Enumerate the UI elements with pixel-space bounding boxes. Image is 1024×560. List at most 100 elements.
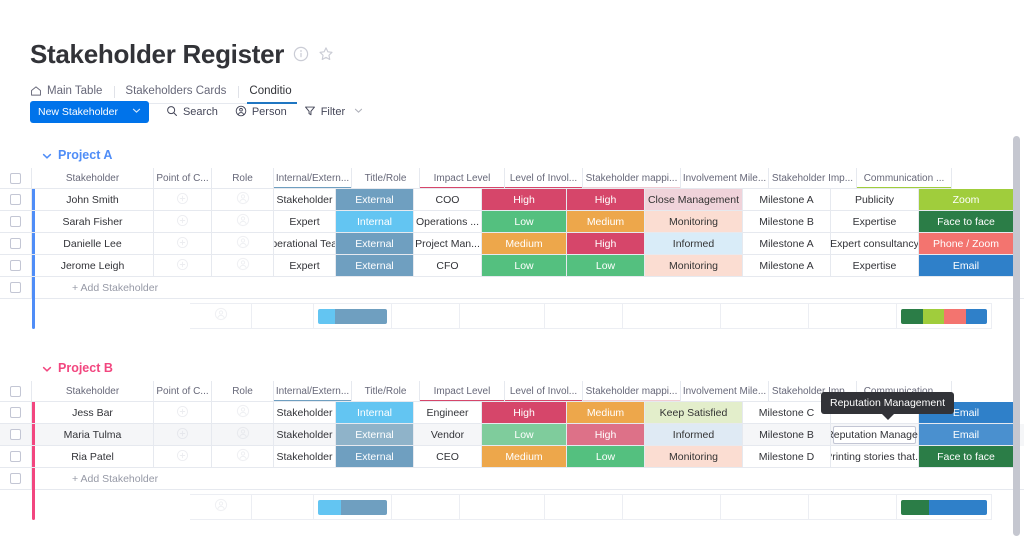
column-header-titlerole[interactable]: Title/Role xyxy=(352,381,420,402)
cell-stakeholder-importance[interactable]: Publicity xyxy=(831,189,919,211)
column-header-milestone[interactable]: Involvement Mile... xyxy=(681,168,769,189)
cell-role[interactable]: Stakeholder xyxy=(274,189,336,211)
add-circle-icon[interactable] xyxy=(176,236,189,252)
row-checkbox[interactable] xyxy=(0,189,32,211)
cell-impact-level[interactable]: Medium xyxy=(482,233,567,255)
add-stakeholder-row[interactable]: + Add Stakeholder xyxy=(0,277,1024,299)
row-checkbox[interactable] xyxy=(0,402,32,424)
cell-title-role[interactable]: CFO xyxy=(414,255,482,277)
cell-person-avatar[interactable] xyxy=(212,402,274,424)
add-circle-icon[interactable] xyxy=(176,258,189,274)
group-title[interactable]: Project B xyxy=(0,357,1024,379)
person-button[interactable]: Person xyxy=(235,105,287,120)
group-title[interactable]: Project A xyxy=(0,144,1024,166)
table-row[interactable]: Danielle Lee Operational Tea... External Pr… xyxy=(0,233,1024,255)
cell-internal-external[interactable]: External xyxy=(336,424,414,446)
add-stakeholder-label[interactable]: + Add Stakeholder xyxy=(32,277,1024,298)
row-checkbox[interactable] xyxy=(0,255,32,277)
cell-communication[interactable]: Face to face xyxy=(919,211,1014,233)
row-checkbox[interactable] xyxy=(0,446,32,468)
vertical-scrollbar[interactable] xyxy=(1013,136,1020,536)
cell-internal-external[interactable]: External xyxy=(336,189,414,211)
cell-point-of-contact[interactable] xyxy=(154,402,212,424)
add-circle-icon[interactable] xyxy=(176,427,189,443)
cell-impact-level[interactable]: Low xyxy=(482,424,567,446)
cell-stakeholder[interactable]: Danielle Lee xyxy=(32,233,154,255)
column-header-stakeholder[interactable]: Stakeholder xyxy=(32,381,154,402)
cell-involvement-milestone[interactable]: Milestone B xyxy=(743,211,831,233)
add-circle-icon[interactable] xyxy=(176,192,189,208)
cell-stakeholder-mapping[interactable]: Keep Satisfied xyxy=(645,402,743,424)
cell-stakeholder-mapping[interactable]: Informed xyxy=(645,233,743,255)
row-checkbox[interactable] xyxy=(0,468,32,489)
cell-level-of-involvement[interactable]: Medium xyxy=(567,211,645,233)
cell-title-role[interactable]: Operations ... xyxy=(414,211,482,233)
cell-internal-external[interactable]: External xyxy=(336,255,414,277)
cell-communication[interactable]: Zoom xyxy=(919,189,1014,211)
cell-involvement-milestone[interactable]: Milestone C xyxy=(743,402,831,424)
cell-level-of-involvement[interactable]: Low xyxy=(567,255,645,277)
add-circle-icon[interactable] xyxy=(176,449,189,465)
cell-involvement-milestone[interactable]: Milestone B xyxy=(743,424,831,446)
column-header-poc[interactable]: Point of C... xyxy=(154,168,212,189)
column-header-mapping[interactable]: Stakeholder mappi... xyxy=(583,381,681,402)
cell-level-of-involvement[interactable]: High xyxy=(567,189,645,211)
cell-stakeholder-mapping[interactable]: Monitoring xyxy=(645,446,743,468)
row-checkbox[interactable] xyxy=(0,424,32,446)
cell-involvement-milestone[interactable]: Milestone D xyxy=(743,446,831,468)
add-circle-icon[interactable] xyxy=(176,214,189,230)
editing-cell[interactable]: Reputation Manage xyxy=(831,425,918,444)
cell-point-of-contact[interactable] xyxy=(154,233,212,255)
cell-person-avatar[interactable] xyxy=(212,424,274,446)
filter-button[interactable]: Filter xyxy=(304,105,363,120)
cell-involvement-milestone[interactable]: Milestone A xyxy=(743,189,831,211)
cell-internal-external[interactable]: Internal xyxy=(336,211,414,233)
add-stakeholder-row[interactable]: + Add Stakeholder xyxy=(0,468,1024,490)
cell-title-role[interactable]: COO xyxy=(414,189,482,211)
cell-stakeholder-importance[interactable]: Expertise xyxy=(831,211,919,233)
column-header-comm[interactable]: Communication ... xyxy=(857,168,952,189)
cell-person-avatar[interactable] xyxy=(212,189,274,211)
cell-role[interactable]: Stakeholder xyxy=(274,424,336,446)
cell-role[interactable]: Expert xyxy=(274,255,336,277)
column-header-importance[interactable]: Stakeholder Imp... xyxy=(769,168,857,189)
chevron-down-icon[interactable] xyxy=(354,106,363,118)
cell-point-of-contact[interactable] xyxy=(154,189,212,211)
column-header-intext[interactable]: Internal/Extern... xyxy=(274,168,352,189)
select-all-checkbox[interactable] xyxy=(0,381,32,402)
table-row[interactable]: Ria Patel Stakeholder External CEO Medium Low… xyxy=(0,446,1024,468)
cell-point-of-contact[interactable] xyxy=(154,211,212,233)
cell-level-of-involvement[interactable]: Medium xyxy=(567,402,645,424)
cell-level-of-involvement[interactable]: High xyxy=(567,424,645,446)
cell-title-role[interactable]: Engineer xyxy=(414,402,482,424)
cell-stakeholder-mapping[interactable]: Informed xyxy=(645,424,743,446)
search-button[interactable]: Search xyxy=(166,105,218,120)
column-header-role[interactable]: Role xyxy=(212,381,274,402)
cell-stakeholder[interactable]: Jess Bar xyxy=(32,402,154,424)
column-header-mapping[interactable]: Stakeholder mappi... xyxy=(583,168,681,189)
cell-stakeholder-importance[interactable]: Printing stories that... xyxy=(831,446,919,468)
cell-impact-level[interactable]: High xyxy=(482,402,567,424)
cell-communication[interactable]: Phone / Zoom xyxy=(919,233,1014,255)
cell-impact-level[interactable]: Low xyxy=(482,255,567,277)
cell-communication[interactable]: Face to face xyxy=(919,446,1014,468)
table-row[interactable]: Jerome Leigh Expert External CFO Low Low Monit… xyxy=(0,255,1024,277)
star-icon[interactable] xyxy=(318,46,334,62)
column-header-titlerole[interactable]: Title/Role xyxy=(352,168,420,189)
cell-role[interactable]: Expert xyxy=(274,211,336,233)
cell-role[interactable]: Operational Tea... xyxy=(274,233,336,255)
cell-stakeholder-importance[interactable]: Expertise xyxy=(831,255,919,277)
select-all-checkbox[interactable] xyxy=(0,168,32,189)
cell-point-of-contact[interactable] xyxy=(154,446,212,468)
add-stakeholder-label[interactable]: + Add Stakeholder xyxy=(32,468,1024,489)
cell-internal-external[interactable]: External xyxy=(336,233,414,255)
column-header-intext[interactable]: Internal/Extern... xyxy=(274,381,352,402)
cell-stakeholder-importance[interactable]: Reputation Manage xyxy=(831,424,919,446)
add-circle-icon[interactable] xyxy=(176,405,189,421)
cell-stakeholder-importance[interactable]: Expert consultancy xyxy=(831,233,919,255)
cell-internal-external[interactable]: External xyxy=(336,446,414,468)
cell-stakeholder[interactable]: John Smith xyxy=(32,189,154,211)
cell-person-avatar[interactable] xyxy=(212,255,274,277)
info-circle-icon[interactable] xyxy=(293,46,309,62)
row-checkbox[interactable] xyxy=(0,277,32,298)
